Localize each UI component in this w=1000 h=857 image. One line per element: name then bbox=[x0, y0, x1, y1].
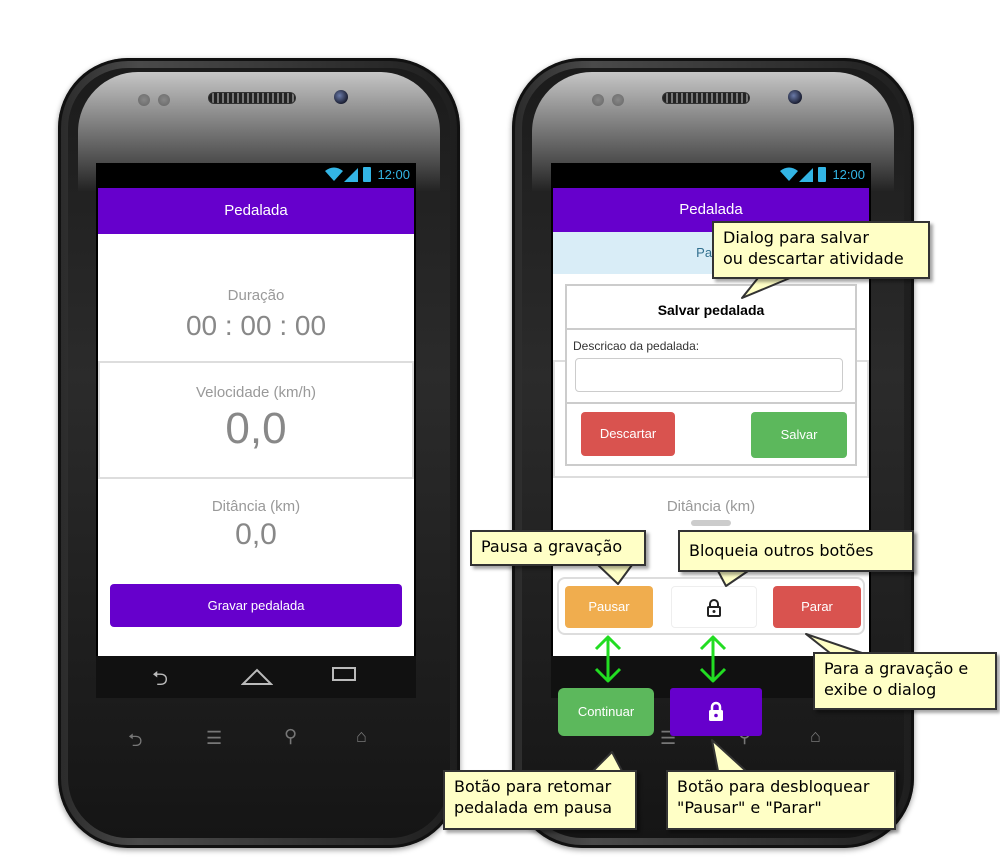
callout-pause: Pausa a gravação bbox=[470, 530, 646, 566]
callout-continue: Botão para retomar pedalada em pausa bbox=[443, 770, 637, 830]
callout-pointers bbox=[592, 277, 863, 772]
callout-dialog: Dialog para salvar ou descartar atividad… bbox=[712, 221, 930, 279]
callout-stop: Para a gravação e exibe o dialog bbox=[813, 652, 997, 710]
callout-lock: Bloqueia outros botões bbox=[678, 530, 914, 572]
callout-unlock: Botão para desbloquear "Pausar" e "Parar… bbox=[666, 770, 896, 830]
